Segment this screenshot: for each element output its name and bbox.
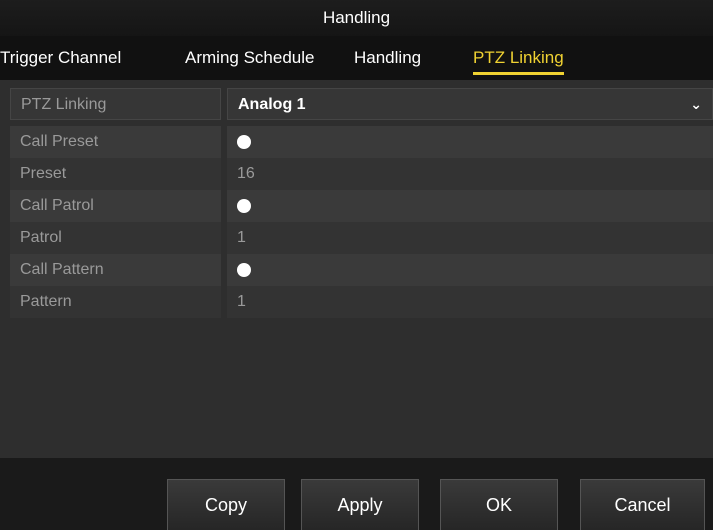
tab-trigger-channel[interactable]: Trigger Channel [0, 48, 121, 68]
tab-handling[interactable]: Handling [354, 48, 421, 68]
preset-label: Preset [10, 158, 221, 190]
patrol-row: Patrol 1 [10, 222, 713, 254]
cancel-button[interactable]: Cancel [580, 479, 705, 530]
call-pattern-field [227, 254, 713, 286]
call-pattern-label: Call Pattern [10, 254, 221, 286]
call-pattern-row: Call Pattern [10, 254, 713, 286]
call-patrol-label: Call Patrol [10, 190, 221, 222]
ptz-settings-form: PTZ Linking Analog 1 ⌄ Call Preset Prese… [10, 88, 713, 318]
ptz-linking-label: PTZ Linking [10, 88, 221, 120]
copy-button[interactable]: Copy [167, 479, 285, 530]
call-pattern-checkbox[interactable] [237, 263, 251, 277]
tab-arming-schedule[interactable]: Arming Schedule [185, 48, 314, 68]
call-preset-checkbox[interactable] [237, 135, 251, 149]
call-patrol-checkbox[interactable] [237, 199, 251, 213]
call-patrol-row: Call Patrol [10, 190, 713, 222]
patrol-label: Patrol [10, 222, 221, 254]
call-preset-label: Call Preset [10, 126, 221, 158]
pattern-label: Pattern [10, 286, 221, 318]
call-patrol-field [227, 190, 713, 222]
ptz-linking-row: PTZ Linking Analog 1 ⌄ [10, 88, 713, 120]
handling-dialog: Handling Trigger Channel Arming Schedule… [0, 0, 713, 530]
preset-input[interactable]: 16 [227, 158, 713, 190]
tab-ptz-linking[interactable]: PTZ Linking [473, 48, 564, 75]
pattern-row: Pattern 1 [10, 286, 713, 318]
ptz-linking-value: Analog 1 [238, 96, 306, 113]
call-preset-field [227, 126, 713, 158]
apply-button[interactable]: Apply [301, 479, 419, 530]
ok-button[interactable]: OK [440, 479, 558, 530]
button-bar: Copy Apply OK Cancel [0, 458, 713, 530]
ptz-linking-panel: PTZ Linking Analog 1 ⌄ Call Preset Prese… [0, 80, 713, 458]
chevron-down-icon[interactable]: ⌄ [690, 89, 702, 120]
call-preset-row: Call Preset [10, 126, 713, 158]
patrol-input[interactable]: 1 [227, 222, 713, 254]
dialog-title: Handling [0, 0, 713, 36]
tab-bar: Trigger Channel Arming Schedule Handling… [0, 36, 713, 80]
pattern-input[interactable]: 1 [227, 286, 713, 318]
ptz-linking-select[interactable]: Analog 1 ⌄ [227, 88, 713, 120]
preset-row: Preset 16 [10, 158, 713, 190]
